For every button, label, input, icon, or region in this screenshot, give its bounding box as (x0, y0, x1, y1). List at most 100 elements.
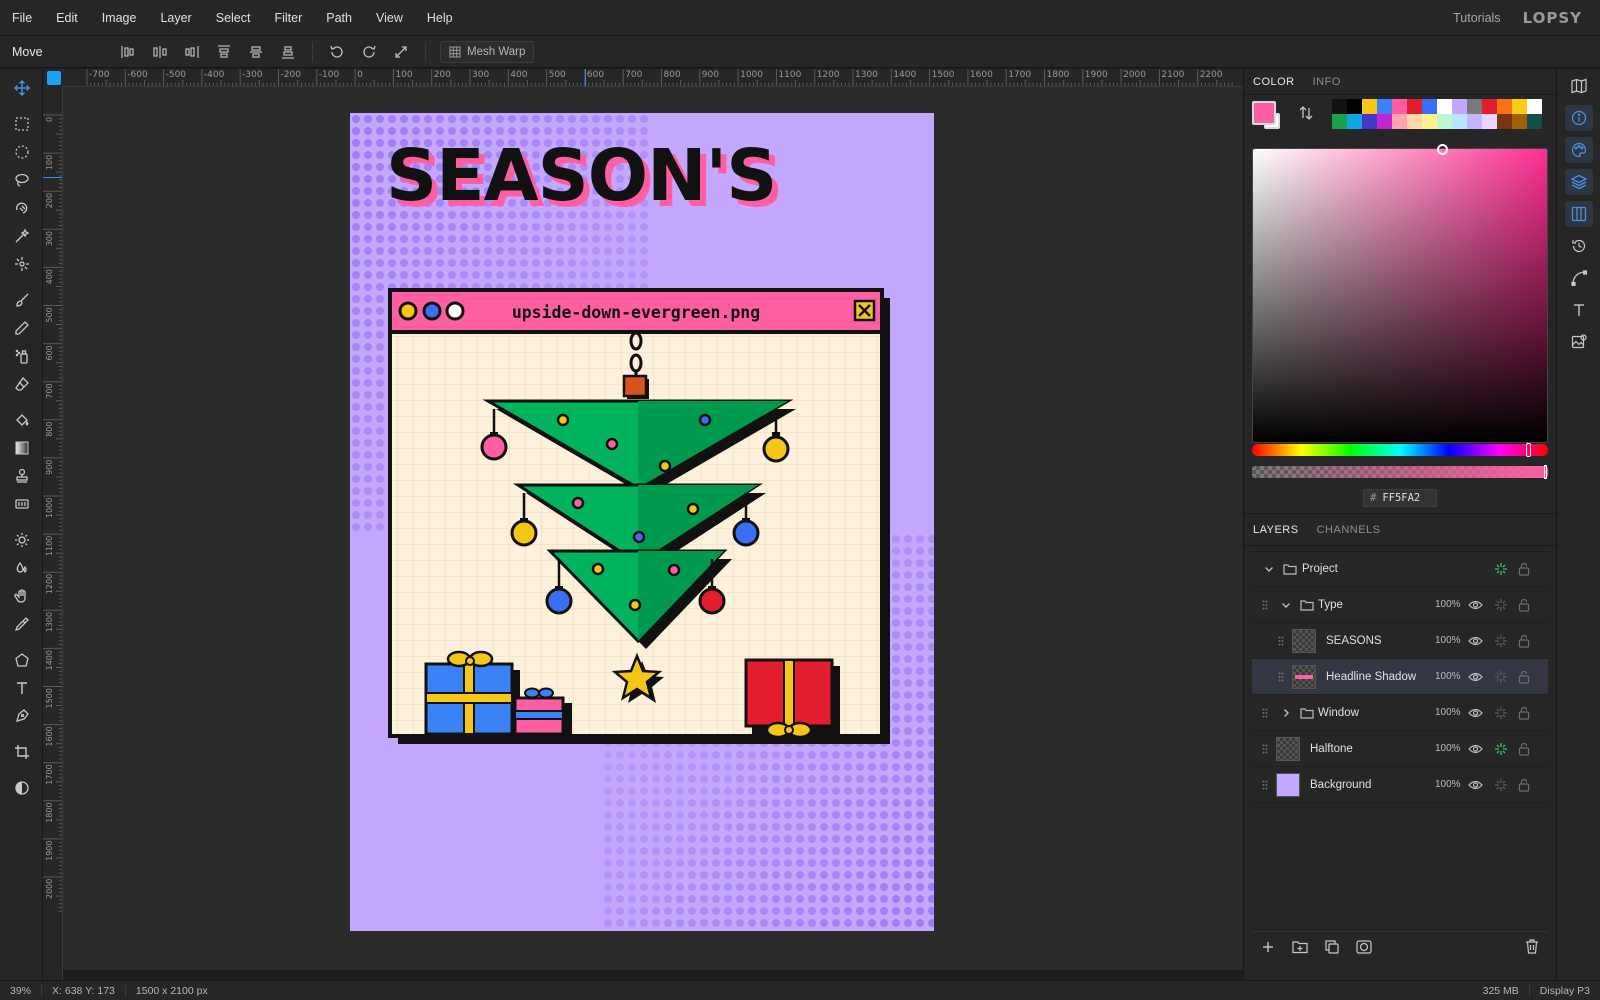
eye-icon[interactable] (1468, 780, 1483, 790)
brush-icon[interactable] (0, 286, 43, 314)
fx-sparkle-icon[interactable] (1494, 598, 1508, 612)
lasso-icon[interactable] (0, 166, 43, 194)
trash-icon[interactable] (1516, 933, 1548, 961)
palette-swatch[interactable] (1392, 99, 1407, 114)
palette-swatch[interactable] (1467, 99, 1482, 114)
palette-swatch[interactable] (1497, 99, 1512, 114)
palette-icon[interactable] (1557, 134, 1600, 166)
palette-swatch[interactable] (1452, 99, 1467, 114)
eye-icon[interactable] (1468, 600, 1483, 610)
drag-handle-icon[interactable] (1262, 600, 1268, 610)
menu-path[interactable]: Path (314, 0, 364, 36)
lock-icon[interactable] (1518, 634, 1530, 648)
rotate-cw-icon[interactable] (353, 38, 385, 66)
palette-swatch[interactable] (1362, 99, 1377, 114)
align-right-button[interactable] (176, 38, 208, 66)
lock-icon[interactable] (1518, 562, 1530, 576)
map-icon[interactable] (1557, 70, 1600, 102)
document-canvas[interactable]: SEASON'S SEASON'S upside-down-evergreen.… (350, 113, 934, 931)
palette-swatch[interactable] (1482, 99, 1497, 114)
palette-swatch[interactable] (1512, 99, 1527, 114)
fx-sparkle-icon[interactable] (1494, 562, 1508, 576)
patch-icon[interactable] (0, 490, 43, 518)
hue-slider[interactable] (1252, 443, 1548, 457)
palette-swatch[interactable] (1362, 114, 1377, 129)
rotate-ccw-icon[interactable] (321, 38, 353, 66)
hex-input[interactable]: # FF5FA2 (1363, 489, 1437, 507)
palette-swatch[interactable] (1332, 114, 1347, 129)
swap-colors-icon[interactable] (1298, 105, 1314, 121)
palette-swatch[interactable] (1347, 114, 1362, 129)
layer-row-window[interactable]: Window 100% (1252, 695, 1548, 731)
eye-icon[interactable] (1468, 744, 1483, 754)
paint-bucket-icon[interactable] (0, 406, 43, 434)
palette-swatch[interactable] (1422, 99, 1437, 114)
palette-swatch[interactable] (1497, 114, 1512, 129)
eye-icon[interactable] (1468, 636, 1483, 646)
layer-row-project[interactable]: Project (1252, 551, 1548, 587)
layer-row-type[interactable]: Type 100% (1252, 587, 1548, 623)
align-center-h-button[interactable] (144, 38, 176, 66)
menu-view[interactable]: View (364, 0, 415, 36)
zoom-level[interactable]: 39% (0, 984, 43, 997)
image-settings-icon[interactable] (1557, 326, 1600, 358)
palette-swatch[interactable] (1482, 114, 1497, 129)
fx-sparkle-icon[interactable] (1494, 706, 1508, 720)
palette-swatch[interactable] (1527, 99, 1542, 114)
lock-icon[interactable] (1518, 598, 1530, 612)
palette-swatch[interactable] (1377, 114, 1392, 129)
lock-icon[interactable] (1518, 670, 1530, 684)
spray-icon[interactable] (0, 342, 43, 370)
palette-swatch[interactable] (1422, 114, 1437, 129)
menu-layer[interactable]: Layer (148, 0, 203, 36)
eraser-icon[interactable] (0, 370, 43, 398)
layer-row-halftone[interactable]: Halftone 100% (1252, 731, 1548, 767)
align-middle-v-button[interactable] (240, 38, 272, 66)
gradient-icon[interactable] (0, 434, 43, 462)
menu-file[interactable]: File (0, 0, 44, 36)
tab-channels[interactable]: CHANNELS (1308, 514, 1390, 546)
fx-sparkle-icon[interactable] (1494, 778, 1508, 792)
drag-handle-icon[interactable] (1278, 636, 1284, 646)
canvas-workspace[interactable]: SEASON'S SEASON'S upside-down-evergreen.… (63, 87, 1243, 970)
polygon-icon[interactable] (0, 646, 43, 674)
eyedropper-icon[interactable] (0, 610, 43, 638)
lock-icon[interactable] (1518, 742, 1530, 756)
palette-swatch[interactable] (1467, 114, 1482, 129)
foreground-color-swatch[interactable] (1252, 101, 1276, 125)
stamp-icon[interactable] (0, 462, 43, 490)
tab-layers[interactable]: LAYERS (1244, 514, 1308, 546)
menu-filter[interactable]: Filter (262, 0, 314, 36)
drag-handle-icon[interactable] (1278, 672, 1284, 682)
expand-icon[interactable] (385, 38, 417, 66)
palette-swatch[interactable] (1347, 99, 1362, 114)
palette-swatch[interactable] (1527, 114, 1542, 129)
tab-info[interactable]: INFO (1304, 69, 1350, 95)
marquee-ellipse-icon[interactable] (0, 138, 43, 166)
pen-icon[interactable] (0, 702, 43, 730)
history-icon[interactable] (1557, 230, 1600, 262)
hand-icon[interactable] (0, 582, 43, 610)
add-layer-icon[interactable] (1252, 933, 1284, 961)
alpha-slider[interactable] (1252, 465, 1548, 479)
magnetic-lasso-icon[interactable] (0, 194, 43, 222)
palette-swatch[interactable] (1437, 99, 1452, 114)
lock-icon[interactable] (1518, 706, 1530, 720)
drag-handle-icon[interactable] (1262, 744, 1268, 754)
color-palette[interactable] (1332, 99, 1542, 129)
quick-select-icon[interactable] (0, 250, 43, 278)
chevron-right-icon[interactable] (1280, 707, 1292, 719)
layers-icon[interactable] (1557, 166, 1600, 198)
palette-swatch[interactable] (1452, 114, 1467, 129)
lock-icon[interactable] (1518, 778, 1530, 792)
new-folder-icon[interactable] (1284, 933, 1316, 961)
tab-color[interactable]: COLOR (1244, 69, 1304, 95)
layer-opacity[interactable]: 100% (1435, 635, 1461, 646)
crop-icon[interactable] (0, 738, 43, 766)
menu-image[interactable]: Image (90, 0, 149, 36)
chevron-down-icon[interactable] (1263, 563, 1275, 575)
drag-handle-icon[interactable] (1262, 780, 1268, 790)
fx-sparkle-icon[interactable] (1494, 742, 1508, 756)
layer-row-headline-shadow[interactable]: Headline Shadow 100% (1252, 659, 1548, 695)
mesh-warp-button[interactable]: Mesh Warp (440, 40, 535, 63)
